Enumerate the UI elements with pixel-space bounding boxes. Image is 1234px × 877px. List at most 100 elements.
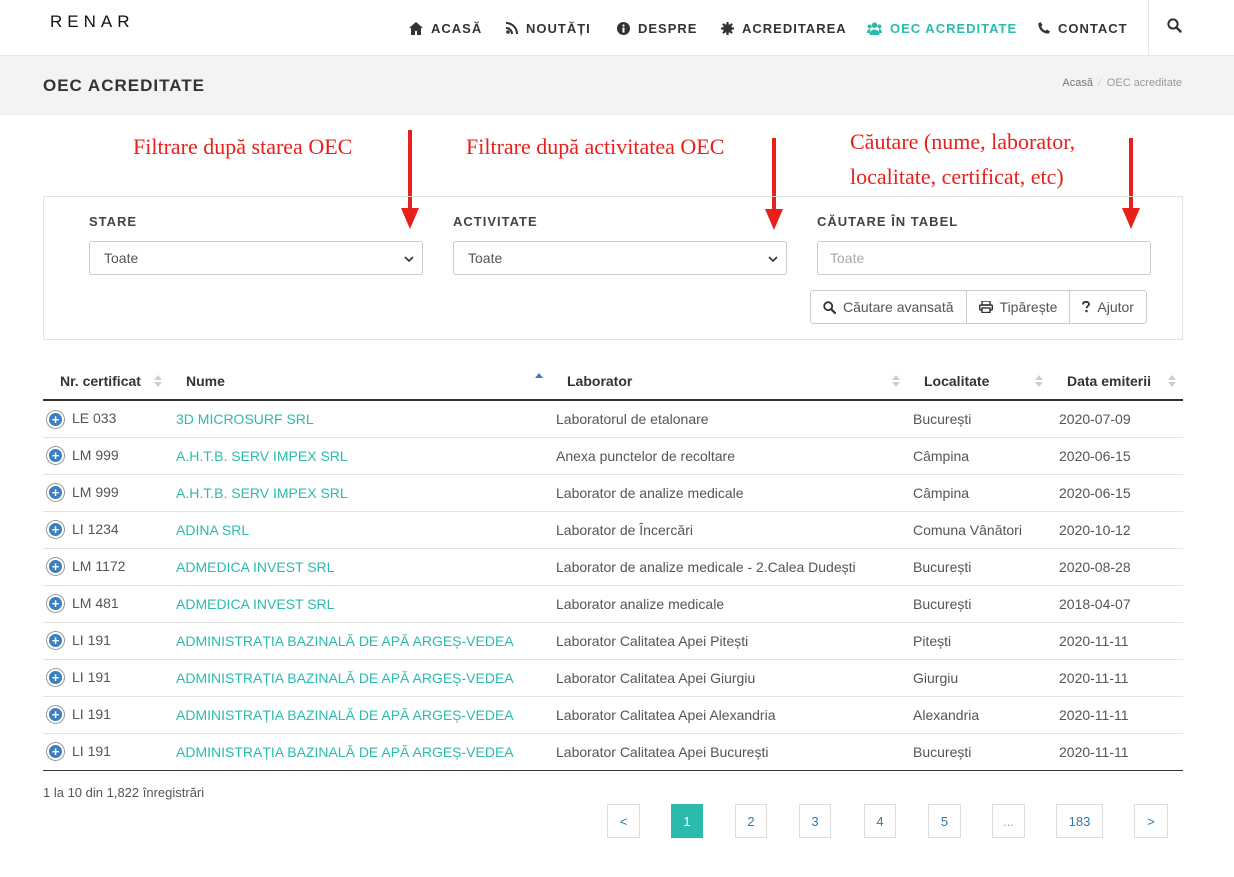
- nav-item-label: ACASĂ: [431, 20, 483, 36]
- activitate-select[interactable]: Toate: [453, 241, 787, 275]
- annotation-cautare-line1: Căutare (nume, laborator,: [850, 129, 1076, 154]
- home-icon: [409, 21, 423, 35]
- breadcrumb-current: OEC acreditate: [1106, 77, 1182, 89]
- table-row: + LM 1172 ADMEDICA INVEST SRL Laborator de …: [43, 548, 1183, 586]
- cert-value: LM 481: [72, 594, 119, 611]
- cell-loc: București: [907, 548, 1050, 586]
- column-header-label: Data emiterii: [1067, 372, 1152, 389]
- column-header-laborator[interactable]: Laborator: [550, 362, 907, 401]
- cell-lab: Laborator Calitatea Apei Alexandria: [550, 696, 907, 734]
- nav-item-oec-acreditate[interactable]: OEC ACREDITATE: [867, 21, 1017, 36]
- cell-cert: + LM 999: [43, 474, 169, 512]
- nav-item-contact[interactable]: CONTACT: [1038, 21, 1128, 36]
- cell-lab: Laborator Calitatea Apei București: [550, 733, 907, 771]
- sort-ascending-icon: [535, 373, 543, 378]
- print-button[interactable]: Tipărește: [967, 291, 1071, 323]
- pagination-ellipsis: ...: [992, 804, 1025, 838]
- cell-lab: Laboratorul de etalonare: [550, 400, 907, 438]
- cell-name-link[interactable]: ADMEDICA INVEST SRL: [169, 548, 550, 586]
- pagination-page-3[interactable]: 3: [799, 804, 831, 838]
- pagination-page-last[interactable]: 183: [1056, 804, 1103, 838]
- column-header-cert[interactable]: Nr. certificat: [43, 362, 169, 401]
- advanced-search-button[interactable]: Căutare avansată: [811, 291, 967, 323]
- cell-loc: Alexandria: [907, 696, 1050, 734]
- column-header-label: Laborator: [567, 372, 633, 389]
- cell-cert: + LI 191: [43, 622, 169, 660]
- renar-logo[interactable]: RENAR: [50, 12, 135, 32]
- expand-row-icon[interactable]: +: [47, 484, 64, 502]
- cell-date: 2020-11-11: [1050, 696, 1183, 734]
- cell-name-link[interactable]: ADMEDICA INVEST SRL: [169, 585, 550, 623]
- users-icon: [867, 21, 882, 35]
- chevron-down-icon: [768, 256, 778, 263]
- nav-item-label: NOUTĂȚI: [526, 20, 591, 36]
- table-row: + LI 191 ADMINISTRAȚIA BAZINALĂ DE APĂ ARG…: [43, 622, 1183, 660]
- print-icon: [978, 301, 993, 313]
- cell-loc: București: [907, 585, 1050, 623]
- cell-name-link[interactable]: ADINA SRL: [169, 511, 550, 549]
- search-icon[interactable]: [1167, 18, 1182, 38]
- table-row: + LI 191 ADMINISTRAȚIA BAZINALĂ DE APĂ ARG…: [43, 659, 1183, 697]
- expand-row-icon[interactable]: +: [47, 410, 64, 428]
- table-search-input[interactable]: Toate: [817, 241, 1151, 275]
- expand-row-icon[interactable]: +: [47, 706, 64, 724]
- cell-name-link[interactable]: 3D MICROSURF SRL: [169, 400, 550, 438]
- nav-item-acreditarea[interactable]: ACREDITAREA: [721, 21, 847, 36]
- column-header-data[interactable]: Data emiterii: [1050, 362, 1183, 401]
- pagination-prev[interactable]: <: [607, 804, 640, 838]
- cell-date: 2020-06-15: [1050, 437, 1183, 475]
- expand-row-icon[interactable]: +: [47, 632, 64, 650]
- table-row: + LI 1234 ADINA SRL Laborator de Încercări C…: [43, 511, 1183, 549]
- cell-date: 2020-11-11: [1050, 622, 1183, 660]
- sort-both-icon: [892, 375, 900, 387]
- pagination-page-1[interactable]: 1: [671, 804, 703, 838]
- cell-loc: București: [907, 400, 1050, 438]
- expand-row-icon[interactable]: +: [47, 521, 64, 539]
- cell-name-link[interactable]: A.H.T.B. SERV IMPEX SRL: [169, 474, 550, 512]
- expand-row-icon[interactable]: +: [47, 743, 64, 761]
- nav-item-label: CONTACT: [1058, 20, 1128, 36]
- nav-item-acasa[interactable]: ACASĂ: [409, 21, 482, 36]
- column-header-nume[interactable]: Nume: [169, 362, 550, 401]
- cell-name-link[interactable]: ADMINISTRAȚIA BAZINALĂ DE APĂ ARGEȘ-VEDE…: [169, 733, 550, 771]
- pagination-page-4[interactable]: 4: [864, 804, 896, 838]
- cell-lab: Anexa punctelor de recoltare: [550, 437, 907, 475]
- help-button[interactable]: Ajutor: [1070, 291, 1146, 323]
- nav-item-noutati[interactable]: NOUTĂȚI: [506, 21, 591, 36]
- top-navbar: RENAR ACASĂ NOUTĂȚI DESPRE ACREDITAREA O…: [0, 0, 1234, 56]
- breadcrumb: Acasă ⁄ OEC acreditate: [1062, 77, 1182, 89]
- sort-both-icon: [1035, 375, 1043, 387]
- cell-loc: Câmpina: [907, 437, 1050, 475]
- cell-cert: + LM 999: [43, 437, 169, 475]
- cell-name-link[interactable]: ADMINISTRAȚIA BAZINALĂ DE APĂ ARGEȘ-VEDE…: [169, 622, 550, 660]
- pagination-page-5[interactable]: 5: [928, 804, 961, 838]
- cell-cert: + LM 1172: [43, 548, 169, 586]
- nav-item-despre[interactable]: DESPRE: [617, 21, 697, 36]
- expand-row-icon[interactable]: +: [47, 669, 64, 687]
- cell-loc: Pitești: [907, 622, 1050, 660]
- table-header-row: Nr. certificat Nume Laborator Localitate…: [43, 362, 1183, 401]
- cert-value: LI 191: [72, 742, 111, 759]
- expand-row-icon[interactable]: +: [47, 558, 64, 576]
- cell-name-link[interactable]: ADMINISTRAȚIA BAZINALĂ DE APĂ ARGEȘ-VEDE…: [169, 696, 550, 734]
- cell-name-link[interactable]: A.H.T.B. SERV IMPEX SRL: [169, 437, 550, 475]
- cell-cert: + LI 191: [43, 733, 169, 771]
- cell-date: 2018-04-07: [1050, 585, 1183, 623]
- oec-table: Nr. certificat Nume Laborator Localitate…: [43, 362, 1183, 771]
- expand-row-icon[interactable]: +: [47, 595, 64, 613]
- cell-name-link[interactable]: ADMINISTRAȚIA BAZINALĂ DE APĂ ARGEȘ-VEDE…: [169, 659, 550, 697]
- cell-lab: Laborator de analize medicale - 2.Calea …: [550, 548, 907, 586]
- column-header-localitate[interactable]: Localitate: [907, 362, 1050, 401]
- cert-value: LM 1172: [72, 557, 126, 574]
- stare-select[interactable]: Toate: [89, 241, 423, 275]
- table-row: + LI 191 ADMINISTRAȚIA BAZINALĂ DE APĂ ARG…: [43, 733, 1183, 771]
- nav-item-label: DESPRE: [638, 20, 698, 36]
- breadcrumb-home[interactable]: Acasă: [1062, 77, 1093, 89]
- cautare-label: CĂUTARE ÎN TABEL: [817, 214, 959, 229]
- sort-both-icon: [154, 375, 162, 387]
- expand-row-icon[interactable]: +: [47, 447, 64, 465]
- column-header-label: Nume: [186, 372, 225, 389]
- pagination-next[interactable]: >: [1134, 804, 1168, 838]
- phone-icon: [1038, 22, 1050, 34]
- pagination-page-2[interactable]: 2: [735, 804, 767, 838]
